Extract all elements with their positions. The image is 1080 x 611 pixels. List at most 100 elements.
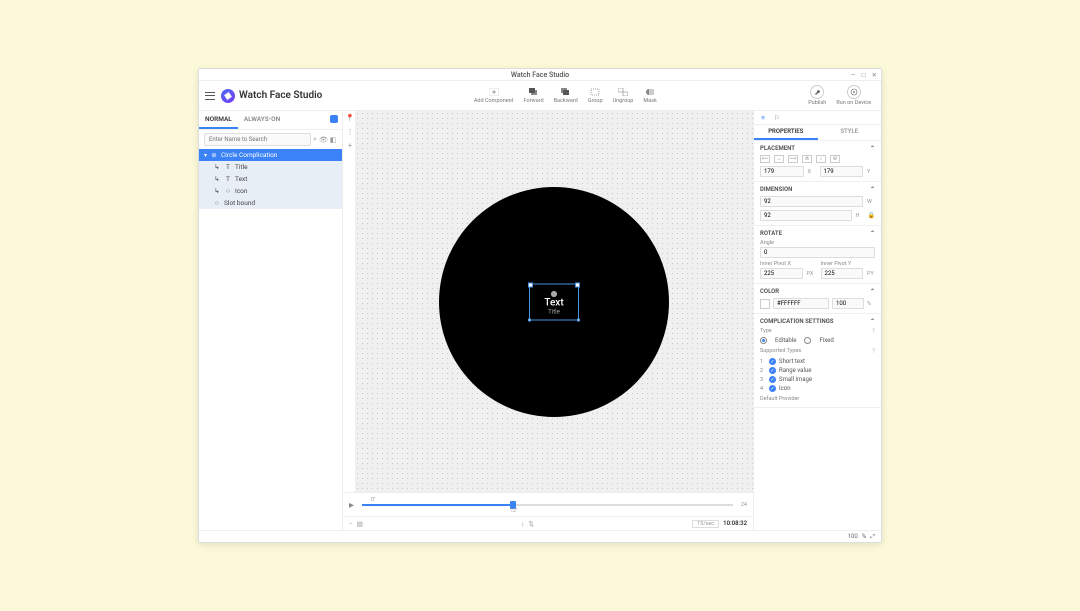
layer-tree: ▾ ⊚ Circle Complication ↳ T Title ↳ T Te… — [199, 149, 342, 209]
time-label: 10:08:32 — [723, 520, 747, 527]
forward-icon — [528, 87, 540, 97]
zoom-unit: % — [862, 533, 866, 540]
canvas[interactable]: ⬤ Text Title — [355, 111, 753, 492]
search-icon[interactable]: ⌕ — [313, 135, 317, 144]
add-component-button[interactable]: Add Component — [474, 87, 514, 104]
search-row: ⌕ 👁 ◧ — [199, 130, 342, 149]
close-button[interactable]: ✕ — [872, 71, 877, 79]
selection-box[interactable]: ⬤ Text Title — [529, 283, 579, 320]
tree-item-text[interactable]: ↳ T Text — [199, 173, 342, 185]
search-input[interactable] — [204, 133, 311, 146]
visibility-icon[interactable]: 👁 — [319, 136, 327, 144]
sort-up-icon[interactable]: ↕ — [521, 520, 524, 528]
w-input[interactable]: 92 — [760, 196, 863, 207]
tag-icon[interactable]: ⚐ — [772, 113, 782, 123]
publish-button[interactable]: Publish — [808, 85, 826, 106]
type-label: Type — [760, 328, 772, 334]
radio-editable[interactable] — [760, 337, 767, 344]
chevron-up-icon[interactable]: ⌃ — [870, 318, 875, 325]
fullscreen-icon[interactable]: ⤢ — [870, 533, 875, 541]
tree-item-icon[interactable]: ↳ ○ Icon — [199, 185, 342, 197]
hamburger-icon[interactable] — [205, 92, 215, 100]
ungroup-icon — [617, 87, 629, 97]
supported-type-3[interactable]: 3✓Small image — [760, 375, 875, 384]
section-placement: PLACEMENT⌃ ⟸ ↔ ⟹ ⟰ ↕ ⟱ 179 X 179 Y — [754, 141, 881, 182]
tab-style[interactable]: STYLE — [818, 125, 882, 140]
canvas-area: 📍 ⋮ + ⬤ Text Title ▶ 0" — [343, 111, 753, 530]
opacity-input[interactable]: 100 — [832, 298, 864, 309]
resize-handle-br[interactable] — [577, 318, 580, 321]
tab-properties[interactable]: PROPERTIES — [754, 125, 818, 140]
snap-icon[interactable]: ⋮ — [345, 127, 355, 137]
align-bottom-icon[interactable]: ⟱ — [830, 155, 840, 163]
pivot-y-input[interactable]: 225 — [821, 268, 864, 279]
sort-down-icon[interactable]: ⇅ — [528, 520, 533, 528]
play-button[interactable]: ▶ — [349, 501, 354, 509]
lock-icon[interactable]: 🔒 — [868, 212, 875, 219]
supported-type-2[interactable]: 2✓Range value — [760, 366, 875, 375]
timeline-track[interactable]: 12" — [362, 504, 733, 506]
pivot-y-label: Inner Pivot Y — [821, 261, 876, 267]
fps-label[interactable]: 15/sec — [692, 520, 719, 528]
y-label: Y — [867, 169, 875, 175]
chevron-down-icon: ▾ — [204, 152, 207, 159]
mask-toggle-icon[interactable]: ◧ — [329, 136, 337, 144]
color-swatch[interactable] — [760, 299, 770, 309]
help-icon[interactable]: ? — [872, 348, 875, 355]
window-title: Watch Face Studio — [511, 71, 569, 79]
type-radio-row: Editable Fixed — [760, 337, 875, 344]
section-color: COLOR⌃ #FFFFFF 100 % — [754, 284, 881, 314]
tree-item-slot-bound[interactable]: ○ Slot bound — [199, 197, 342, 209]
text-icon: T — [224, 175, 232, 183]
mask-button[interactable]: Mask — [643, 87, 656, 104]
chevron-up-icon[interactable]: ⌃ — [870, 230, 875, 237]
tab-always-on[interactable]: ALWAYS-ON — [238, 111, 286, 129]
folder-icon[interactable]: ▧ — [357, 520, 363, 528]
add-icon[interactable]: + — [345, 141, 355, 151]
play-circle-icon — [847, 85, 861, 99]
ungroup-button[interactable]: Ungroup — [613, 87, 634, 104]
radio-fixed[interactable] — [804, 337, 811, 344]
h-input[interactable]: 92 — [760, 210, 852, 221]
align-right-icon[interactable]: ⟹ — [788, 155, 798, 163]
supported-type-1[interactable]: 1✓Short text — [760, 357, 875, 366]
tab-normal[interactable]: NORMAL — [199, 111, 238, 129]
chevron-up-icon[interactable]: ⌃ — [870, 145, 875, 152]
tree-root[interactable]: ▾ ⊚ Circle Complication — [199, 149, 342, 161]
run-on-device-button[interactable]: Run on Device — [836, 85, 871, 106]
align-top-icon[interactable]: ⟰ — [802, 155, 812, 163]
backward-button[interactable]: Backward — [554, 87, 578, 104]
check-icon: ✓ — [769, 376, 776, 383]
minus-icon[interactable]: − — [349, 520, 353, 528]
forward-button[interactable]: Forward — [524, 87, 544, 104]
check-icon: ✓ — [769, 385, 776, 392]
selection-title: Title — [532, 308, 576, 315]
resize-handle-bl[interactable] — [528, 318, 531, 321]
pivot-x-input[interactable]: 225 — [760, 268, 803, 279]
chevron-up-icon[interactable]: ⌃ — [870, 186, 875, 193]
supported-type-4[interactable]: 4✓Icon — [760, 384, 875, 393]
maximize-button[interactable]: □ — [862, 71, 866, 79]
help-icon[interactable]: ? — [872, 328, 875, 335]
pin-icon[interactable]: 📍 — [345, 113, 355, 123]
align-hcenter-icon[interactable]: ↔ — [774, 155, 784, 163]
hex-input[interactable]: #FFFFFF — [773, 298, 829, 309]
chevron-up-icon[interactable]: ⌃ — [870, 288, 875, 295]
color-title: COLOR — [760, 288, 779, 295]
x-input[interactable]: 179 — [760, 166, 804, 177]
y-input[interactable]: 179 — [820, 166, 864, 177]
sliders-icon[interactable]: ≡ — [758, 113, 768, 123]
group-button[interactable]: Group — [588, 87, 603, 104]
circle-outline-icon: ○ — [224, 187, 232, 195]
angle-input[interactable]: 0 — [760, 247, 875, 258]
align-left-icon[interactable]: ⟸ — [760, 155, 770, 163]
app-title: Watch Face Studio — [239, 90, 322, 101]
tree-item-title[interactable]: ↳ T Title — [199, 161, 342, 173]
align-vcenter-icon[interactable]: ↕ — [816, 155, 826, 163]
supported-label: Supported Types — [760, 348, 801, 354]
minimize-button[interactable]: — — [851, 71, 856, 79]
link-icon: ↳ — [213, 175, 221, 183]
zoom-value[interactable]: 100 — [848, 533, 858, 540]
layers-icon[interactable] — [330, 115, 338, 123]
selection-icon: ⬤ — [532, 290, 576, 297]
